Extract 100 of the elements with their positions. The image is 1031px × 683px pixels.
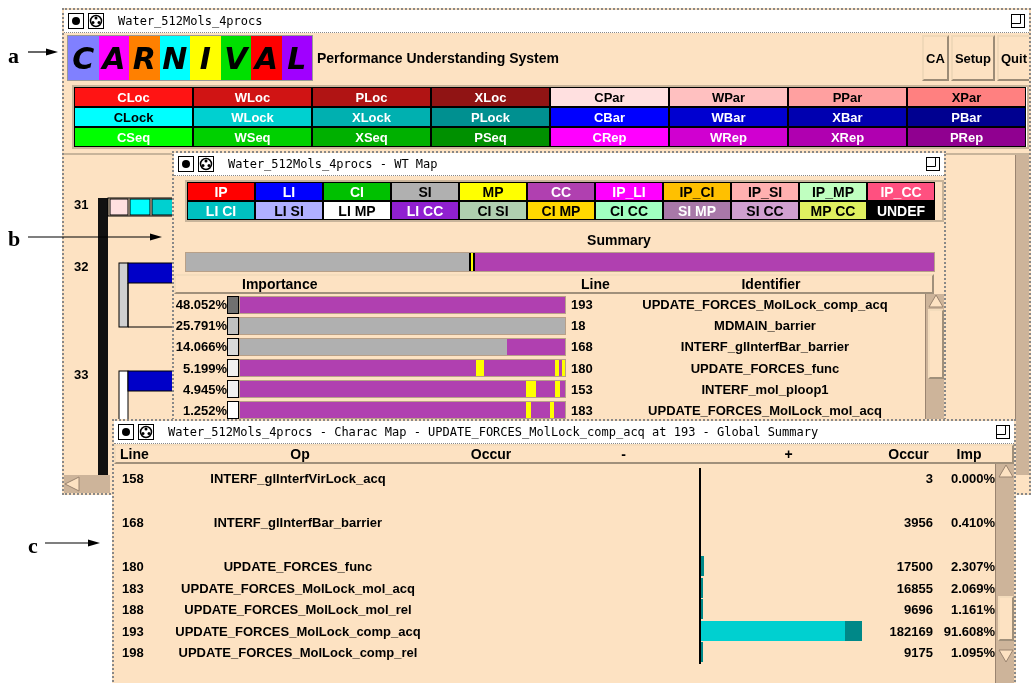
line-value: 168 (570, 339, 594, 355)
column-header[interactable]: - (546, 446, 701, 462)
imp-value: 2.069% (949, 580, 995, 596)
column-header[interactable]: Occur (876, 446, 941, 462)
column-header[interactable]: Identifier (611, 276, 931, 292)
identifier-value: INTERF_glInterfBar_barrier (679, 339, 851, 355)
legend-item: IP_CC (867, 182, 935, 201)
metric-button[interactable]: CLock (74, 107, 193, 127)
metric-button[interactable]: PRep (907, 127, 1026, 147)
metric-button[interactable]: PBar (907, 107, 1026, 127)
imp-value: 2.307% (949, 559, 995, 574)
imp-value: 91.608% (942, 623, 995, 639)
logo: C A R N I V A L (67, 35, 313, 81)
metric-button[interactable]: PLock (431, 107, 550, 127)
window-title: Water_512Mols_4procs - Charac Map - UPDATE_FORCES_MolLock_comp_acq at 193 - Global Summary (168, 425, 820, 439)
metric-button[interactable]: XLoc (431, 87, 550, 107)
line-value: 188 (121, 602, 145, 617)
line-number: 31 (73, 197, 90, 214)
metric-button[interactable]: WRep (669, 127, 788, 147)
legend-item: IP_MP (799, 182, 867, 201)
metric-button[interactable]: PSeq (431, 127, 550, 147)
column-header[interactable]: Imp (941, 446, 997, 462)
legend-item: IP_LI (595, 182, 663, 201)
column-header[interactable]: Occur (436, 446, 546, 462)
legend-item: LI SI (255, 201, 323, 220)
occur-value: 16855 (895, 580, 934, 596)
metric-button[interactable]: CPar (550, 87, 669, 107)
legend-item: LI MP (323, 201, 391, 220)
legend-item: IP_SI (731, 182, 799, 201)
metric-button[interactable]: XPar (907, 87, 1026, 107)
metric-button[interactable]: XBar (788, 107, 907, 127)
imp-value: 1.095% (949, 645, 995, 660)
line-value: 193 (570, 297, 594, 313)
line-value: 180 (570, 360, 594, 376)
op-value: UPDATE_FORCES_MolLock_comp_rel (177, 645, 419, 660)
legend-item: MP CC (799, 201, 867, 220)
op-value: UPDATE_FORCES_MolLock_mol_acq (180, 580, 416, 596)
line-value: 183 (570, 402, 594, 418)
legend-item: IP (187, 182, 255, 201)
column-header[interactable]: Importance (176, 276, 581, 292)
line-value: 18 (570, 318, 587, 334)
identifier-value: UPDATE_FORCES_MolLock_mol_acq (647, 402, 883, 418)
occur-value: 9175 (903, 645, 934, 660)
legend-item: LI CC (391, 201, 459, 220)
column-header[interactable]: Line (581, 276, 611, 292)
header-button[interactable]: Quit (997, 35, 1029, 81)
line-value: 153 (570, 381, 594, 397)
metric-button[interactable]: CBar (550, 107, 669, 127)
legend-item: CI CC (595, 201, 663, 220)
legend-item: UNDEF (867, 201, 935, 220)
column-header[interactable]: Line (116, 446, 164, 462)
occur-value: 3 (924, 471, 934, 486)
metric-button[interactable]: PPar (788, 87, 907, 107)
legend-item: SI (391, 182, 459, 201)
op-value: INTERF_glInterfVirLock_acq (209, 471, 387, 486)
importance-value: 48.052% (174, 297, 227, 313)
column-header[interactable]: Op (164, 446, 436, 462)
window-title: Water_512Mols_4procs (118, 14, 264, 28)
metric-button[interactable]: CLoc (74, 87, 193, 107)
op-value: INTERF_glInterfBar_barrier (212, 515, 384, 530)
importance-value: 1.252% (181, 402, 227, 418)
app-subtitle: Performance Understanding System (317, 50, 560, 66)
occur-value: 17500 (895, 559, 934, 574)
imp-value: 1.161% (949, 602, 995, 617)
line-value: 198 (121, 645, 145, 660)
legend-item: IP_CI (663, 182, 731, 201)
metric-button[interactable]: PLoc (312, 87, 431, 107)
window-title: Water_512Mols_4procs - WT Map (228, 157, 439, 171)
occur-value: 9696 (903, 602, 934, 617)
identifier-value: INTERF_mol_ploop1 (700, 381, 830, 397)
line-value: 183 (121, 580, 145, 596)
metric-button[interactable]: WLoc (193, 87, 312, 107)
legend-item: MP (459, 182, 527, 201)
op-value: UPDATE_FORCES_MolLock_comp_acq (174, 623, 422, 639)
legend-item: LI (255, 182, 323, 201)
imp-value: 0.000% (949, 471, 995, 486)
op-value: UPDATE_FORCES_MolLock_mol_rel (183, 602, 413, 617)
legend-item: CC (527, 182, 595, 201)
metric-button[interactable]: XRep (788, 127, 907, 147)
legend-item: SI MP (663, 201, 731, 220)
metric-button[interactable]: WPar (669, 87, 788, 107)
legend-item: CI (323, 182, 391, 201)
identifier-value: UPDATE_FORCES_MolLock_comp_acq (641, 297, 889, 313)
legend-item: CI MP (527, 201, 595, 220)
header-button[interactable]: CA (922, 35, 949, 81)
line-number: 33 (73, 367, 90, 384)
importance-value: 25.791% (174, 318, 227, 334)
line-value: 158 (121, 471, 145, 486)
legend-item: LI CI (187, 201, 255, 220)
column-header[interactable]: + (701, 446, 876, 462)
line-value: 193 (121, 623, 145, 639)
header-button[interactable]: Setup (950, 35, 995, 81)
callout-label: b (8, 226, 21, 252)
metric-button[interactable]: WBar (669, 107, 788, 127)
op-value: UPDATE_FORCES_func (222, 559, 374, 574)
line-number: 32 (73, 259, 90, 276)
legend-item: CI SI (459, 201, 527, 220)
importance-value: 5.199% (181, 360, 227, 376)
occur-value: 182169 (888, 623, 934, 639)
importance-value: 4.945% (181, 381, 227, 397)
